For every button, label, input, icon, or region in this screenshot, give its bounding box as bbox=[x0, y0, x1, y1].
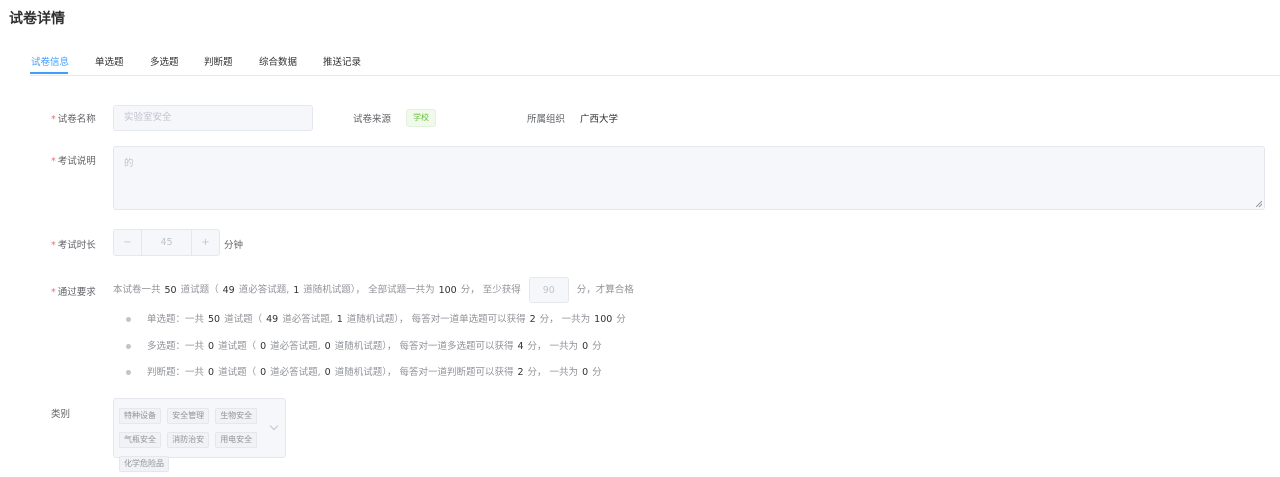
category-tag: 安全管理 bbox=[167, 408, 210, 424]
paper-source-tag: 学校 bbox=[406, 109, 436, 127]
category-tag: 化学危险品 bbox=[119, 456, 169, 472]
organization-value: 广西大学 bbox=[580, 114, 619, 125]
tab-active-indicator bbox=[30, 72, 68, 74]
tab-paper-info[interactable]: 试卷信息 bbox=[31, 54, 69, 68]
exam-description-label: * 考试说明 bbox=[51, 156, 96, 167]
page-title: 试卷详情 bbox=[9, 11, 65, 27]
paper-source-label: 试卷来源 bbox=[353, 114, 392, 125]
category-tag: 消防治安 bbox=[167, 432, 210, 448]
plus-icon[interactable]: + bbox=[191, 230, 219, 255]
true-false-rule: 判断题：一共 0 道试题（ 0 道必答试题, 0 道随机试题）， 每答对一道判断题可以获得 2… bbox=[126, 364, 602, 378]
tab-multiple-choice[interactable]: 多选题 bbox=[150, 54, 179, 68]
organization-label: 所属组织 bbox=[527, 114, 566, 125]
category-multiselect[interactable]: 特种设备 安全管理 生物安全 气瓶安全 消防治安 用电安全 化学危险品 bbox=[113, 398, 286, 472]
tab-push-records[interactable]: 推送记录 bbox=[323, 54, 361, 68]
required-asterisk: * bbox=[51, 156, 56, 167]
paper-name-input[interactable]: 实验室安全 bbox=[113, 105, 313, 131]
min-score-input[interactable]: 90 bbox=[528, 277, 569, 303]
bullet-dot-icon bbox=[126, 370, 131, 375]
duration-stepper[interactable]: − 45 + bbox=[113, 229, 220, 256]
tab-single-choice[interactable]: 单选题 bbox=[95, 54, 124, 68]
exam-description-textarea[interactable]: 的 bbox=[113, 146, 1265, 210]
bullet-dot-icon bbox=[126, 317, 131, 322]
tab-true-false[interactable]: 判断题 bbox=[204, 54, 233, 68]
tab-summary-data[interactable]: 综合数据 bbox=[259, 54, 297, 68]
minus-icon[interactable]: − bbox=[114, 230, 142, 255]
category-tag: 用电安全 bbox=[215, 432, 258, 448]
category-label: 类别 bbox=[51, 409, 71, 420]
required-asterisk: * bbox=[51, 114, 56, 125]
required-asterisk: * bbox=[51, 287, 56, 298]
paper-name-label: * 试卷名称 bbox=[51, 114, 96, 125]
required-asterisk: * bbox=[51, 240, 56, 251]
pass-requirement-label: * 通过要求 bbox=[51, 287, 96, 298]
exam-duration-label: * 考试时长 bbox=[51, 240, 96, 251]
resize-handle-icon[interactable] bbox=[1256, 201, 1262, 207]
category-tag: 特种设备 bbox=[119, 408, 161, 424]
tab-bar: 试卷信息 单选题 多选题 判断题 综合数据 推送记录 bbox=[30, 50, 1280, 76]
category-tag: 生物安全 bbox=[215, 408, 258, 424]
chevron-down-icon[interactable] bbox=[269, 421, 279, 431]
duration-value[interactable]: 45 bbox=[142, 230, 191, 255]
bullet-dot-icon bbox=[126, 344, 131, 349]
single-choice-rule: 单选题：一共 50 道试题（ 49 道必答试题, 1 道随机试题）， 每答对一道单选题可以获… bbox=[126, 311, 626, 325]
multiple-choice-rule: 多选题：一共 0 道试题（ 0 道必答试题, 0 道随机试题）， 每答对一道多选题可以获得 4… bbox=[126, 338, 602, 352]
duration-unit: 分钟 bbox=[224, 240, 244, 251]
category-tag: 气瓶安全 bbox=[119, 432, 161, 448]
pass-summary: 本试卷一共 50 道试题（ 49 道必答试题, 1 道随机试题）， 全部试题一共为 100 分，… bbox=[113, 277, 634, 304]
